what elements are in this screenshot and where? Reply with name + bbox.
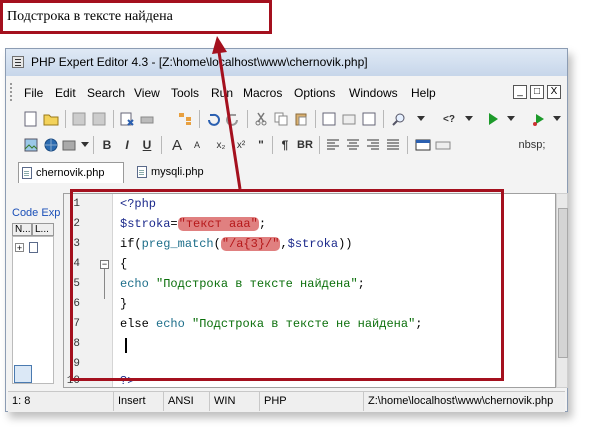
annotation-arrow [212, 36, 242, 190]
